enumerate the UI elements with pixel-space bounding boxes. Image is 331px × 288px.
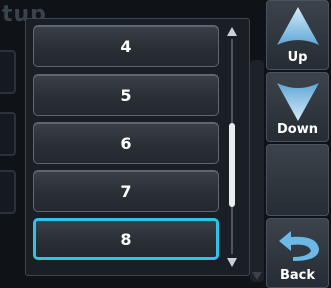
background-field	[0, 112, 16, 156]
list-option-7[interactable]: 7	[33, 170, 219, 212]
down-button-label: Down	[277, 122, 318, 137]
list-scrollbar[interactable]	[227, 27, 237, 267]
back-button[interactable]: Back	[266, 218, 329, 288]
blank-softkey[interactable]	[266, 144, 329, 216]
background-scroll-down-icon	[252, 272, 262, 280]
list-option-4[interactable]: 4	[33, 25, 219, 67]
background-scrollbar	[250, 60, 264, 282]
arrow-down-icon	[277, 83, 319, 121]
back-button-label: Back	[279, 268, 316, 283]
scroll-thumb[interactable]	[229, 123, 235, 207]
scroll-down-icon[interactable]	[227, 258, 237, 267]
list-option-5[interactable]: 5	[33, 74, 219, 116]
list-option-6[interactable]: 6	[33, 122, 219, 164]
scroll-up-icon[interactable]	[227, 27, 237, 36]
list-option-8-selected[interactable]: 8	[33, 218, 219, 260]
background-field	[0, 170, 16, 214]
background-field	[0, 50, 16, 94]
arrow-up-icon	[277, 7, 319, 45]
down-button[interactable]: Down	[266, 72, 329, 142]
up-button-label: Up	[287, 50, 308, 65]
option-list: 4 5 6 7 8	[25, 18, 250, 276]
back-arrow-icon	[279, 231, 319, 261]
up-button[interactable]: Up	[266, 0, 329, 70]
